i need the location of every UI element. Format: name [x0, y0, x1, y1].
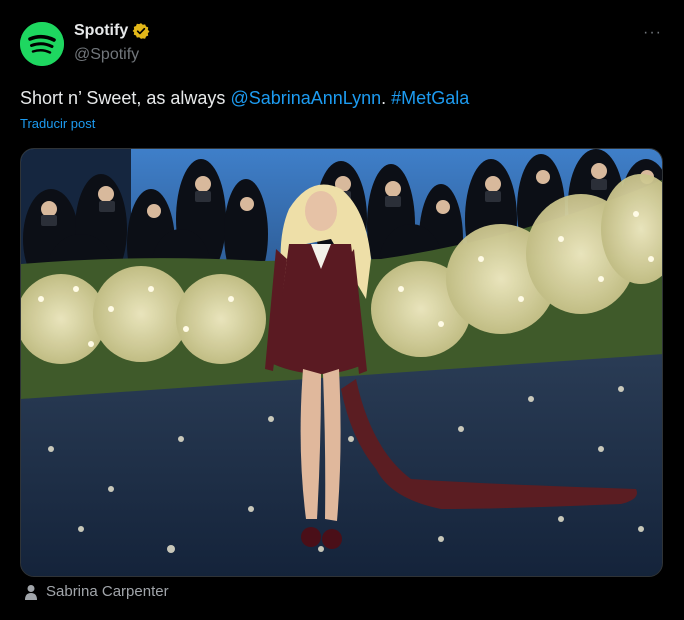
translate-post-link[interactable]: Traducir post: [20, 116, 95, 131]
mention-link[interactable]: @SabrinaAnnLynn: [230, 88, 381, 108]
tagged-user-row[interactable]: Sabrina Carpenter: [24, 583, 169, 600]
author-handle[interactable]: @Spotify: [74, 46, 139, 64]
user-icon: [25, 584, 37, 600]
display-name[interactable]: Spotify: [74, 22, 128, 40]
hashtag-link[interactable]: #MetGala: [391, 88, 469, 108]
tagged-user-name: Sabrina Carpenter: [46, 583, 169, 600]
met-gala-photo: [21, 149, 662, 576]
tweet-text-prefix: Short n’ Sweet, as always: [20, 88, 231, 108]
spotify-logo-icon: [20, 22, 64, 66]
tweet-card: Spotify @Spotify ··· Short n’ Sweet, as …: [0, 0, 684, 620]
verified-badge-icon: [132, 23, 150, 39]
tweet-text: Short n’ Sweet, as always @SabrinaAnnLyn…: [20, 86, 469, 110]
more-options-icon[interactable]: ···: [643, 24, 662, 42]
spotify-avatar[interactable]: [20, 22, 64, 66]
tweet-text-mid: .: [381, 88, 392, 108]
tweet-photo[interactable]: [20, 148, 663, 577]
author-name-row: Spotify: [74, 22, 150, 40]
